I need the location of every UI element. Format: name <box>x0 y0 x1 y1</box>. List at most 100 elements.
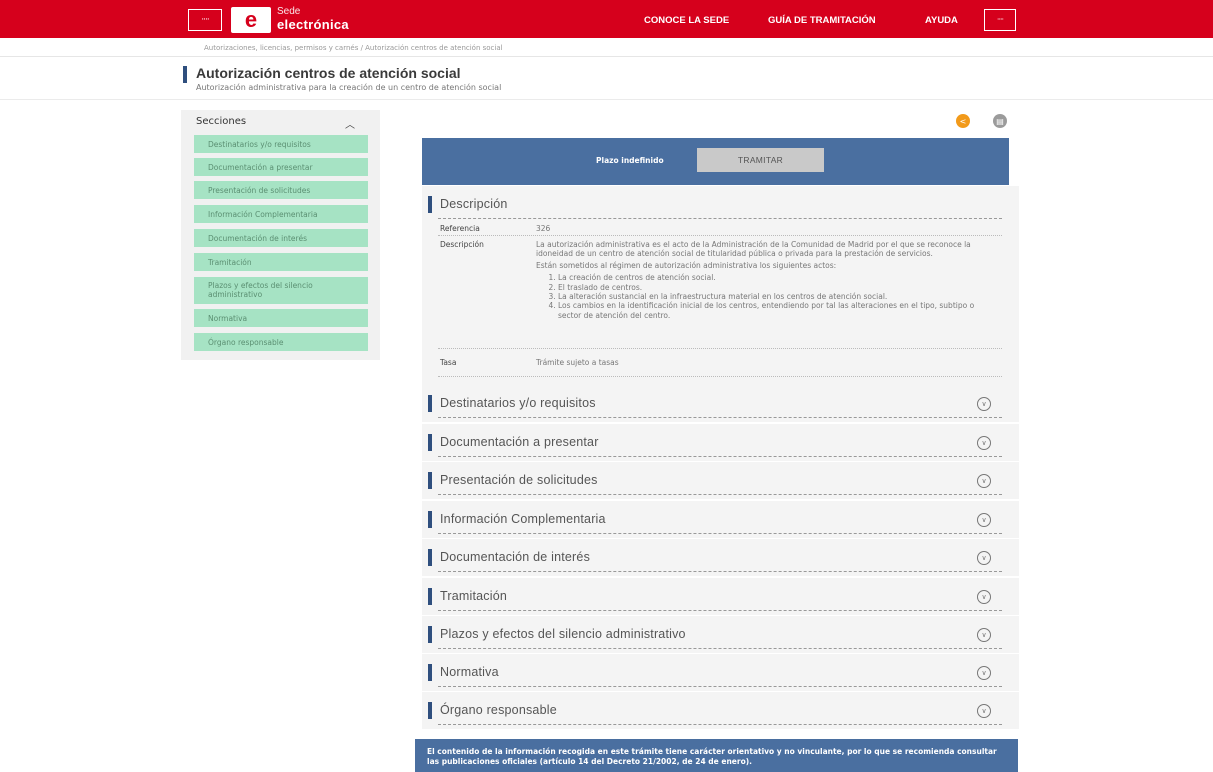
sidebar-item-normativa[interactable]: Normativa <box>194 309 368 327</box>
sidebar-item-informacion[interactable]: Información Complementaria <box>194 205 368 223</box>
tasa-value: Trámite sujeto a tasas <box>536 358 619 367</box>
accordion-title: Normativa <box>440 665 499 679</box>
sidebar-item-destinatarios[interactable]: Destinatarios y/o requisitos <box>194 135 368 153</box>
dotted-divider <box>438 533 1002 534</box>
descripcion-panel: Descripción Referencia 326 Descripción L… <box>422 186 1019 385</box>
sede-logo-icon[interactable]: e <box>231 7 271 33</box>
accordion-title: Documentación a presentar <box>440 435 599 449</box>
tramitar-button[interactable]: TRAMITAR <box>697 148 824 172</box>
title-accent <box>183 66 187 83</box>
section-accent <box>428 588 432 605</box>
section-accent <box>428 511 432 528</box>
chevron-down-icon[interactable]: ∨ <box>977 666 991 680</box>
accordion-organo[interactable]: Órgano responsable ∨ <box>422 692 1019 729</box>
brand-line-1: Sede <box>277 6 301 17</box>
dotted-divider <box>438 610 1002 611</box>
brand-line-2: electrónica <box>277 17 349 32</box>
list-item: El traslado de centros. <box>558 283 991 292</box>
dotted-divider <box>438 456 1002 457</box>
actos-list: La creación de centros de atención socia… <box>536 273 991 320</box>
accordion-title: Presentación de solicitudes <box>440 473 598 487</box>
section-accent <box>428 549 432 566</box>
chevron-down-icon[interactable]: ∨ <box>977 628 991 642</box>
page-subtitle: Autorización administrativa para la crea… <box>196 83 502 92</box>
dotted-divider <box>438 686 1002 687</box>
accordion-presentacion[interactable]: Presentación de solicitudes ∨ <box>422 462 1019 499</box>
chevron-down-icon[interactable]: ∨ <box>977 474 991 488</box>
breadcrumb[interactable]: Autorizaciones, licencias, permisos y ca… <box>204 44 503 52</box>
accordion-plazos[interactable]: Plazos y efectos del silencio administra… <box>422 616 1019 653</box>
sidebar-item-tramitacion[interactable]: Tramitación <box>194 253 368 271</box>
accordion-title: Destinatarios y/o requisitos <box>440 396 596 410</box>
accordion-tramitacion[interactable]: Tramitación ∨ <box>422 578 1019 615</box>
dotted-divider <box>438 494 1002 495</box>
accordion-title: Órgano responsable <box>440 703 557 717</box>
list-item: Los cambios en la identificación inicial… <box>558 301 991 320</box>
accordion-documentacion[interactable]: Documentación a presentar ∨ <box>422 424 1019 461</box>
section-accent <box>428 434 432 451</box>
page-title: Autorización centros de atención social <box>196 65 461 81</box>
chevron-down-icon[interactable]: ∨ <box>977 704 991 718</box>
flag-stars: ···· <box>201 14 210 25</box>
referencia-label: Referencia <box>440 224 480 233</box>
share-icon[interactable]: < <box>956 114 970 128</box>
nav-ayuda[interactable]: AYUDA <box>925 15 958 26</box>
accordion-title: Tramitación <box>440 589 508 603</box>
sidebar-heading: Secciones <box>196 116 247 127</box>
section-accent <box>428 196 432 213</box>
sede-brand[interactable]: Sede electrónica <box>277 6 349 32</box>
section-accent <box>428 472 432 489</box>
list-item: La alteración sustancial en la infraestr… <box>558 292 991 301</box>
section-accent <box>428 664 432 681</box>
dotted-divider <box>438 571 1002 572</box>
accordion-informacion[interactable]: Información Complementaria ∨ <box>422 501 1019 538</box>
accordion-title: Información Complementaria <box>440 512 606 526</box>
sidebar-item-documentacion[interactable]: Documentación a presentar <box>194 158 368 176</box>
print-icon[interactable]: ▤ <box>993 114 1007 128</box>
chevron-down-icon[interactable]: ∨ <box>977 513 991 527</box>
dotted-divider <box>438 724 1002 725</box>
dotted-divider <box>438 348 1002 349</box>
tasa-label: Tasa <box>440 358 457 367</box>
nav-guia-tramitacion[interactable]: GUÍA DE TRAMITACIÓN <box>768 15 876 26</box>
chevron-down-icon[interactable]: ∨ <box>977 590 991 604</box>
referencia-value: 326 <box>536 224 551 233</box>
chevron-down-icon[interactable]: ∨ <box>977 436 991 450</box>
dotted-divider <box>438 218 1002 219</box>
divider <box>0 56 1213 57</box>
dotted-divider <box>438 648 1002 649</box>
descripcion-paragraph-1: La autorización administrativa es el act… <box>536 240 971 259</box>
accordion-destinatarios[interactable]: Destinatarios y/o requisitos ∨ <box>422 385 1019 422</box>
comunidad-madrid-flag-icon[interactable]: ···· <box>984 9 1016 31</box>
chevron-up-icon[interactable]: ︿ <box>345 116 355 131</box>
descripcion-paragraph-2: Están sometidos al régimen de autorizaci… <box>536 260 837 270</box>
descripcion-label: Descripción <box>440 240 484 249</box>
sections-sidebar: Secciones ︿ Destinatarios y/o requisitos… <box>181 110 380 360</box>
descripcion-body: La autorización administrativa es el act… <box>536 240 991 320</box>
section-accent <box>428 395 432 412</box>
logo-letter: e <box>244 7 258 32</box>
accordion-title: Documentación de interés <box>440 550 591 564</box>
plazo-label: Plazo indefinido <box>596 156 664 165</box>
sidebar-item-organo[interactable]: Órgano responsable <box>194 333 368 351</box>
sidebar-item-presentacion[interactable]: Presentación de solicitudes <box>194 181 368 199</box>
section-accent <box>428 626 432 643</box>
dotted-divider <box>438 235 1002 236</box>
accordion-doc-interes[interactable]: Documentación de interés ∨ <box>422 539 1019 576</box>
nav-conoce-la-sede[interactable]: CONOCE LA SEDE <box>644 15 729 26</box>
descripcion-title: Descripción <box>440 197 508 211</box>
comunidad-madrid-logo[interactable]: ···· <box>188 9 222 31</box>
list-item: La creación de centros de atención socia… <box>558 273 991 282</box>
accordion-title: Plazos y efectos del silencio administra… <box>440 627 686 641</box>
sidebar-item-plazos[interactable]: Plazos y efectos del silencio administra… <box>194 277 368 304</box>
dotted-divider <box>438 417 1002 418</box>
accordion-normativa[interactable]: Normativa ∨ <box>422 654 1019 691</box>
chevron-down-icon[interactable]: ∨ <box>977 551 991 565</box>
divider <box>0 99 1213 100</box>
top-header: ···· e Sede electrónica CONOCE LA SEDE G… <box>0 0 1213 38</box>
flag-stars-right: ···· <box>996 15 1004 24</box>
disclaimer-note: El contenido de la información recogida … <box>415 739 1018 772</box>
chevron-down-icon[interactable]: ∨ <box>977 397 991 411</box>
dotted-divider <box>438 376 1002 377</box>
sidebar-item-doc-interes[interactable]: Documentación de interés <box>194 229 368 247</box>
